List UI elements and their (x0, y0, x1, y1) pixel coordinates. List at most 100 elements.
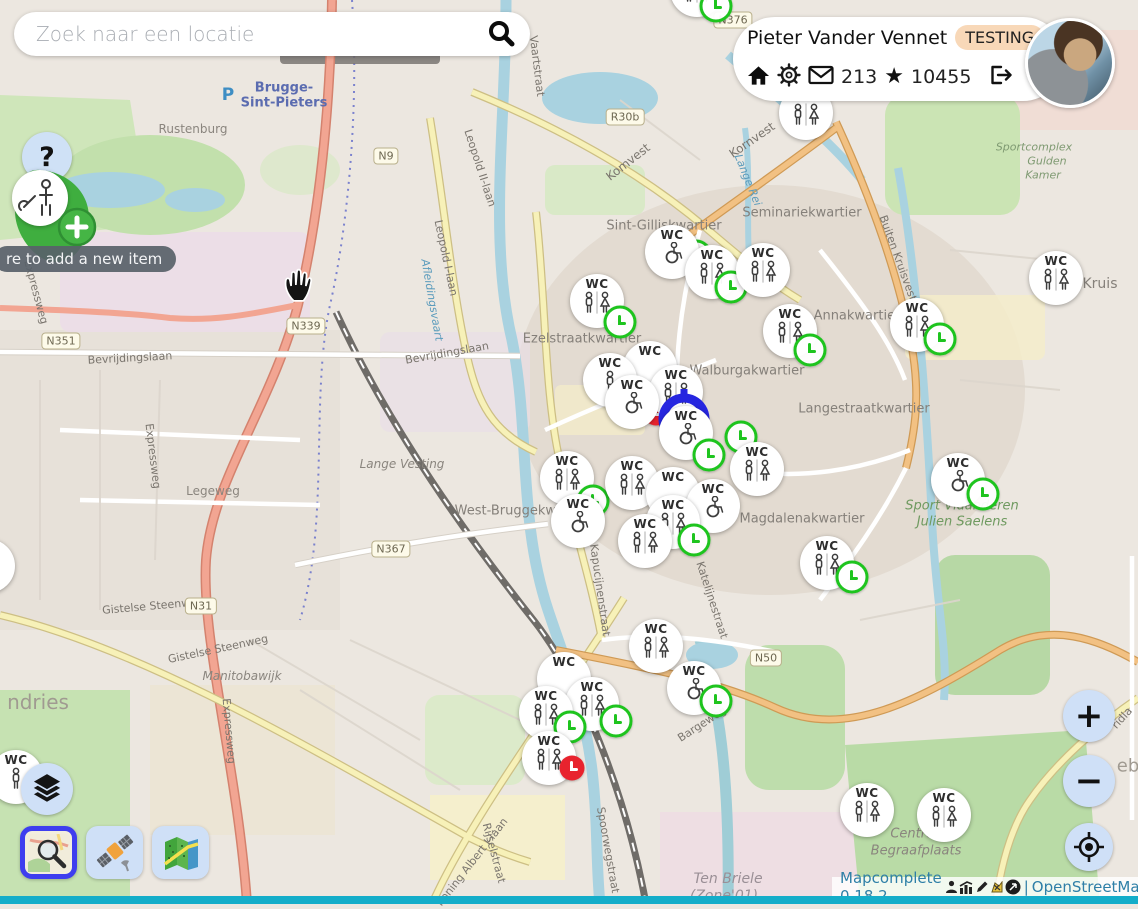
changesets-count: 10455 (911, 66, 971, 88)
messages-count: 213 (841, 66, 877, 88)
man-woman-icon (625, 531, 665, 563)
wc-marker-mf[interactable]: WC (1029, 251, 1083, 305)
background-layer-map-button[interactable] (152, 826, 209, 879)
search-bar[interactable] (14, 12, 530, 56)
wc-marker-mf[interactable]: WC (618, 514, 672, 568)
wc-marker-label: WC (644, 623, 667, 636)
wc-marker-label: WC (778, 308, 801, 321)
wc-marker-label: WC (638, 345, 661, 358)
wc-marker-label: WC (555, 455, 578, 468)
logout-icon[interactable] (988, 64, 1012, 90)
opening-hours-open-badge[interactable] (924, 323, 957, 356)
wc-marker-label: WC (664, 369, 687, 382)
wc-marker-label: WC (700, 249, 723, 262)
attribution-osm-link[interactable]: OpenStreetMap (1032, 878, 1138, 896)
road-shield: N339 (286, 318, 325, 335)
opening-hours-open-badge[interactable] (794, 334, 827, 367)
wc-marker-label: WC (745, 446, 768, 459)
wc-marker-label: WC (660, 229, 683, 242)
wc-marker-label: WC (661, 471, 684, 484)
add-item-tooltip: re to add a new item (0, 246, 176, 272)
wc-marker-label: WC (598, 357, 621, 370)
road-shield: N351 (41, 333, 80, 350)
wc-marker-label: WC (815, 540, 838, 553)
road-shield: N31 (185, 598, 217, 615)
road-shield: N367 (371, 541, 410, 558)
zoom-in-button[interactable]: + (1063, 690, 1115, 742)
satellite-icon (93, 833, 137, 873)
home-icon[interactable] (747, 64, 770, 90)
wc-marker-wheelchair[interactable]: WC (605, 375, 659, 429)
wc-marker-label: WC (905, 302, 928, 315)
star-icon: ★ (884, 67, 904, 87)
wc-marker-mf[interactable]: WC (730, 442, 784, 496)
geolocate-button[interactable] (1065, 823, 1113, 871)
man-woman-icon (786, 103, 826, 135)
opening-hours-closed-badge[interactable] (560, 756, 585, 781)
wc-marker-mf[interactable]: WC (629, 619, 683, 673)
user-panel[interactable]: Pieter Vander Vennet TESTING (733, 17, 1065, 101)
road-shield: N50 (750, 650, 782, 667)
opening-hours-open-badge[interactable] (693, 439, 726, 472)
osm-carto-magnifier-icon (28, 834, 70, 872)
opening-hours-open-badge[interactable] (836, 561, 869, 594)
wheelchair-icon (558, 511, 598, 543)
wc-marker-label: WC (537, 735, 560, 748)
wc-marker-mf[interactable]: WC (917, 788, 971, 842)
edit-pencil-icon[interactable] (975, 880, 989, 894)
man-woman-icon (847, 800, 887, 832)
wc-marker-label: WC (1044, 255, 1067, 268)
man-woman-icon (737, 459, 777, 491)
wc-marker-label: WC (682, 665, 705, 678)
folded-map-icon (161, 834, 201, 872)
layers-button[interactable] (21, 763, 73, 815)
wc-marker-label: WC (566, 498, 589, 511)
wc-marker-label: WC (633, 518, 656, 531)
wheelchair-icon (612, 392, 652, 424)
wc-marker-wheelchair[interactable]: WC (551, 494, 605, 548)
background-layer-satellite-button[interactable] (86, 826, 143, 879)
statistics-icon[interactable] (959, 880, 974, 894)
man-woman-icon (924, 805, 964, 837)
opening-hours-open-badge[interactable] (700, 685, 733, 718)
wc-marker-label: WC (946, 457, 969, 470)
road-shield: R30b (606, 109, 645, 126)
wc-marker-label: WC (580, 681, 603, 694)
user-avatar[interactable] (1025, 18, 1115, 108)
wc-marker-label: WC (674, 410, 697, 423)
wc-marker-label: WC (620, 460, 643, 473)
wc-marker-label: WC (552, 656, 575, 669)
wc-marker-label: WC (585, 278, 608, 291)
opening-hours-open-badge[interactable] (678, 524, 711, 557)
settings-gear-icon[interactable] (777, 63, 801, 91)
map-canvas[interactable]: Brugge-Sint-PietersPRustenburgVaartstraa… (0, 0, 1138, 904)
opening-hours-open-badge[interactable] (967, 478, 1000, 511)
hand-cursor-icon (281, 267, 315, 309)
mapcomplete-logo-icon[interactable] (990, 881, 1004, 894)
crosshair-icon (1072, 830, 1106, 864)
wc-marker-label: WC (4, 754, 27, 767)
wc-marker-mf[interactable]: WC (736, 243, 790, 297)
search-icon[interactable] (486, 19, 516, 49)
search-input[interactable] (34, 21, 486, 47)
contributor-icon[interactable] (945, 880, 958, 894)
layers-icon (28, 771, 66, 807)
zoom-out-button[interactable]: − (1063, 755, 1115, 807)
attribution-bar: Mapcomplete 0.18.2 | OpenStreetMap (832, 877, 1138, 897)
wc-marker-label: WC (534, 690, 557, 703)
attribution-separator: | (1024, 878, 1029, 896)
messages-icon[interactable] (808, 65, 834, 89)
opening-hours-open-badge[interactable] (600, 705, 633, 738)
background-layer-osm-button[interactable] (20, 826, 77, 879)
wc-marker-label: WC (855, 787, 878, 800)
road-shield: N9 (373, 148, 398, 165)
location-arrow-icon[interactable] (1005, 879, 1021, 895)
wc-marker-label: WC (701, 483, 724, 496)
opening-hours-open-badge[interactable] (604, 306, 637, 339)
wc-marker-label: WC (620, 379, 643, 392)
attribution-icons (945, 879, 1021, 895)
wc-marker-mf[interactable]: WC (840, 783, 894, 837)
wc-marker-label: WC (661, 499, 684, 512)
man-woman-icon (1036, 268, 1076, 300)
bottom-strip (0, 896, 1138, 904)
